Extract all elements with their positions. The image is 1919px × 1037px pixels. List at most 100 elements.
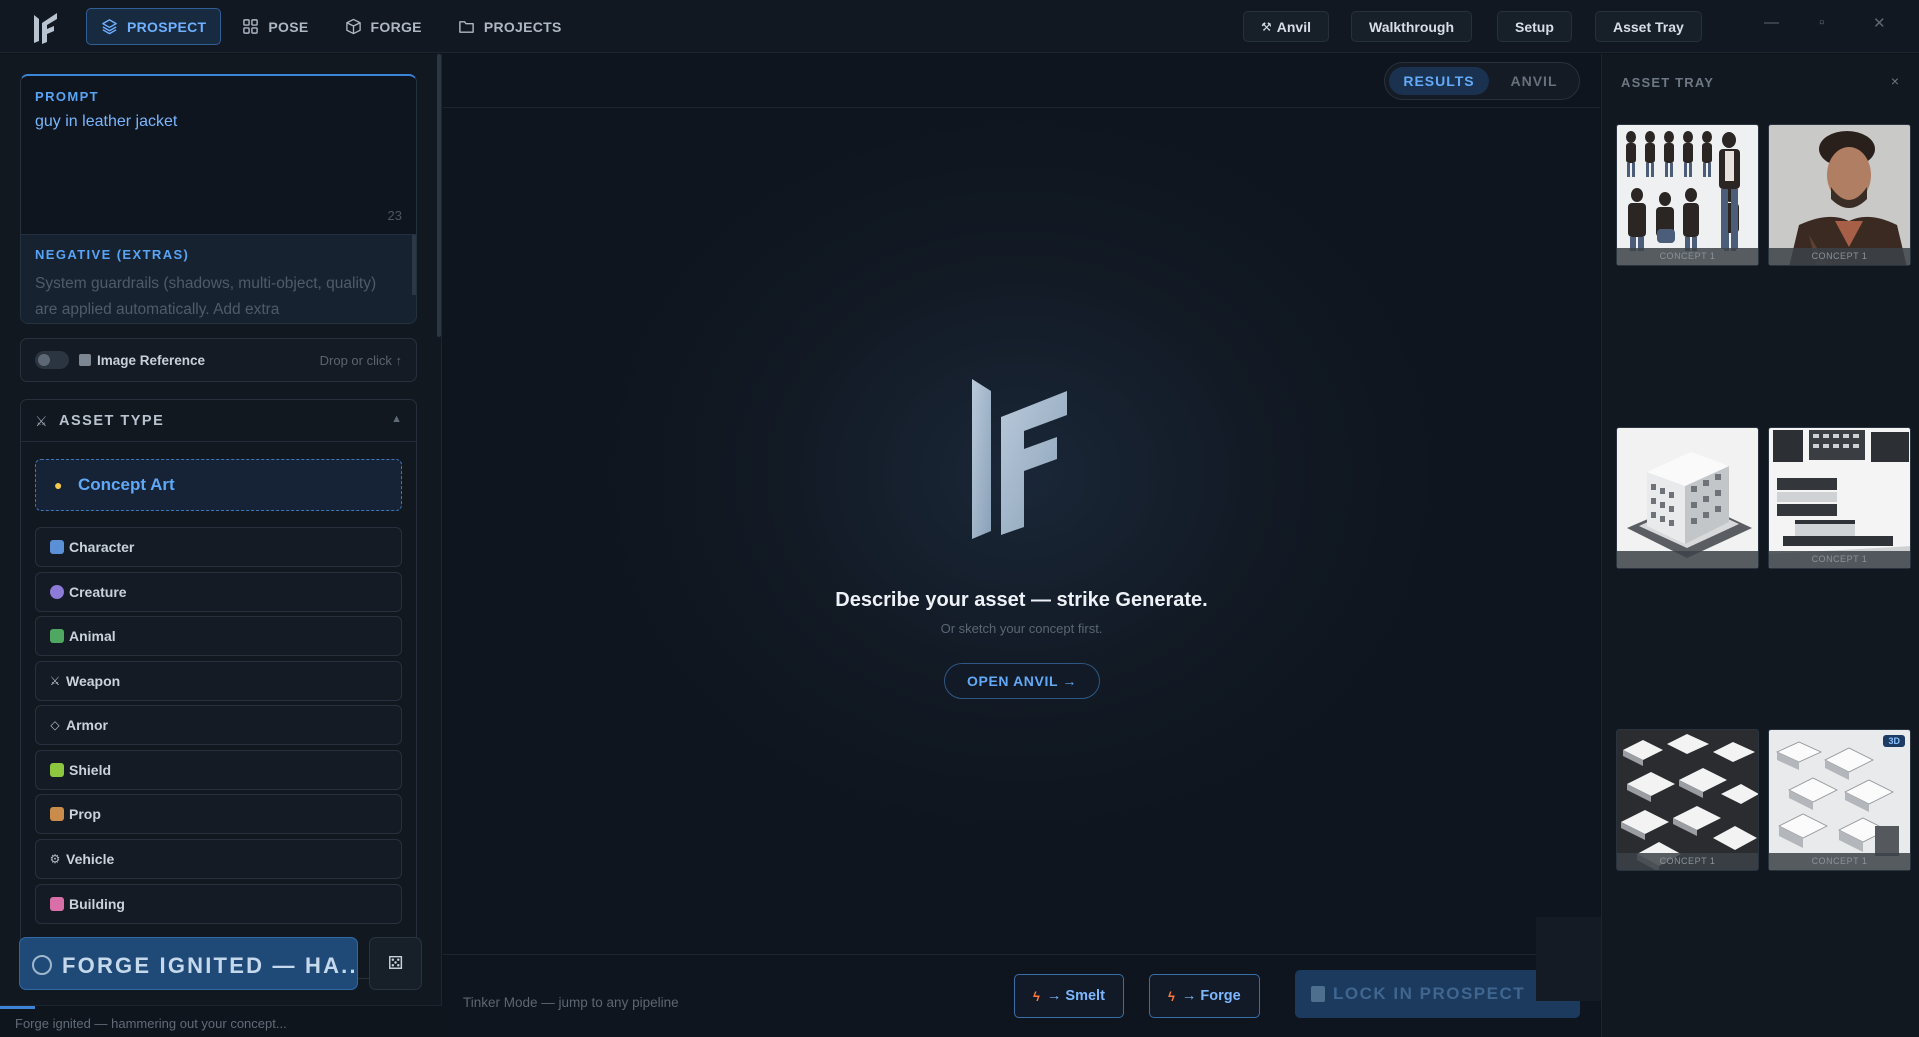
folder-icon [458,21,474,33]
hero-subtitle: Or sketch your concept first. [940,621,1103,636]
status-progress-bar [0,1006,35,1009]
hero-title: Describe your asset — strike Generate. [835,589,1208,611]
view-tab-anvil[interactable]: ANVIL [1493,67,1575,95]
asset-type-label: Armor [66,717,109,733]
lightbulb-icon: ● [54,477,63,493]
asset-tray-button-label: Asset Tray [1613,18,1684,35]
tray-item-caption [1617,551,1758,568]
asset-tray: ASSET TRAY × CONCEPT 1 CONCEPT 1 CONCEPT… [1601,54,1919,1037]
collapse-caret-icon: ▲ [391,413,402,425]
maximize-button[interactable]: ▫ [1819,14,1824,31]
asset-tray-button[interactable]: Asset Tray [1595,11,1702,42]
close-window-button[interactable]: ✕ [1873,14,1886,32]
asset-type-animal[interactable]: Animal [35,616,402,656]
building-thumbnail [1617,428,1758,568]
forge-ignited-button[interactable]: FORGE IGNITED — HA... [19,937,358,990]
bolt-icon: ϟ [1168,988,1175,1004]
person-icon [50,540,64,554]
forge-button-label: FORGE IGNITED — HA... [62,953,354,978]
forge-pipeline-button[interactable]: ϟ → Forge [1149,974,1260,1018]
asset-type-title: ASSET TYPE [59,413,165,429]
view-tab-results[interactable]: RESULTS [1389,67,1489,95]
asset-type-vehicle[interactable]: ⚙ Vehicle [35,839,402,879]
tab-label: PROSPECT [127,18,207,35]
asset-type-armor[interactable]: ◇ Armor [35,705,402,745]
asset-type-label: Shield [69,762,112,778]
left-panel: PROMPT guy in leather jacket 23 NEGATIVE… [0,54,442,1037]
negative-scrollbar[interactable] [412,235,416,295]
asset-type-character[interactable]: Character [35,527,402,567]
asset-tray-title: ASSET TRAY [1621,75,1715,90]
gear-icon: ⚙ [49,852,61,866]
tab-prospect[interactable]: PROSPECT [86,8,222,45]
negative-prompt-area: NEGATIVE (EXTRAS) System guardrails (sha… [21,234,416,323]
tray-item-portrait[interactable]: CONCEPT 1 [1768,124,1911,266]
asset-type-prop[interactable]: Prop [35,794,402,834]
asset-type-concept-art[interactable]: ● Concept Art [35,459,402,511]
tab-label: POSE [268,18,309,35]
city-block-thumbnail [1617,730,1758,870]
asset-type-creature[interactable]: Creature [35,572,402,612]
dice-icon: ⚄ [387,953,404,973]
tab-label: PROJECTS [483,18,562,35]
asset-type-label: Weapon [66,673,121,689]
smelt-button[interactable]: ϟ → Smelt [1014,974,1124,1018]
image-reference-dropzone[interactable]: Drop or click ↑ [320,353,402,368]
asset-tray-close-button[interactable]: × [1891,73,1899,89]
building-icon [50,897,64,911]
city-block-3d-thumbnail [1769,730,1910,870]
layers-icon [102,19,117,35]
open-anvil-button[interactable]: OPEN ANVIL → [944,663,1100,699]
tray-item-caption: CONCEPT 1 [1769,248,1910,265]
left-panel-scrollbar[interactable] [437,54,441,337]
grid-icon [243,19,259,34]
box-icon [50,807,64,821]
hammer-icon: ⚒ [1261,19,1272,34]
prompt-input[interactable]: guy in leather jacket [35,113,177,131]
loading-spinner-icon [32,955,52,975]
tray-item-city-block[interactable]: CONCEPT 1 [1616,729,1759,871]
lock-button-label: LOCK IN PROSPECT [1333,984,1526,1003]
tab-projects[interactable]: PROJECTS [443,8,577,45]
view-switcher: RESULTS ANVIL [1384,62,1580,100]
negative-input[interactable]: System guardrails (shadows, multi-object… [35,271,395,323]
image-reference-row: Image Reference Drop or click ↑ [20,338,417,382]
setup-button[interactable]: Setup [1497,11,1572,42]
asset-type-card: ⚔ ASSET TYPE ▲ ● Concept Art Character C… [20,399,417,979]
app-window: PROSPECT POSE FORGE PROJECTS ⚒ Anvil Wal… [0,0,1919,1037]
main-nav: PROSPECT POSE FORGE PROJECTS [86,8,577,45]
anvil-button[interactable]: ⚒ Anvil [1243,11,1329,42]
prompt-char-count: 23 [387,208,402,223]
tinker-mode-text: Tinker Mode — jump to any pipeline [463,995,679,1010]
asset-type-header[interactable]: ⚔ ASSET TYPE ▲ [21,400,416,442]
concept-art-label: Concept Art [78,475,175,494]
building-sheet-thumbnail [1769,428,1910,568]
character-sheet-thumbnail [1617,125,1758,265]
random-prompt-button[interactable]: ⚄ [369,937,422,990]
tray-item-building[interactable] [1616,427,1759,569]
tab-forge[interactable]: FORGE [330,8,437,45]
asset-type-weapon[interactable]: ⚔ Weapon [35,661,402,701]
tray-item-character-sheet[interactable]: CONCEPT 1 [1616,124,1759,266]
image-reference-toggle[interactable] [35,351,69,369]
center-footer: Tinker Mode — jump to any pipeline ϟ → S… [443,954,1600,1037]
status-text: Forge ignited — hammering out your conce… [15,1016,287,1031]
tray-item-caption: CONCEPT 1 [1769,853,1910,870]
overlay-panel [1536,917,1601,1001]
prompt-label: PROMPT [35,89,100,104]
minimize-button[interactable]: — [1764,14,1779,31]
lock-icon [1311,986,1325,1002]
asset-type-label: Character [69,539,135,555]
tray-item-caption: CONCEPT 1 [1769,551,1910,568]
anvil-button-label: Anvil [1276,18,1311,35]
asset-type-shield[interactable]: Shield [35,750,402,790]
asset-type-building[interactable]: Building [35,884,402,924]
forge-pipeline-label: → Forge [1181,988,1241,1004]
tray-item-city-block-3d[interactable]: 3D CONCEPT 1 [1768,729,1911,871]
walkthrough-button[interactable]: Walkthrough [1351,11,1473,42]
tab-label: FORGE [370,18,422,35]
tray-item-caption: CONCEPT 1 [1617,853,1758,870]
tray-item-building-sheet[interactable]: CONCEPT 1 [1768,427,1911,569]
tab-pose[interactable]: POSE [227,8,323,45]
portrait-thumbnail [1769,125,1910,265]
